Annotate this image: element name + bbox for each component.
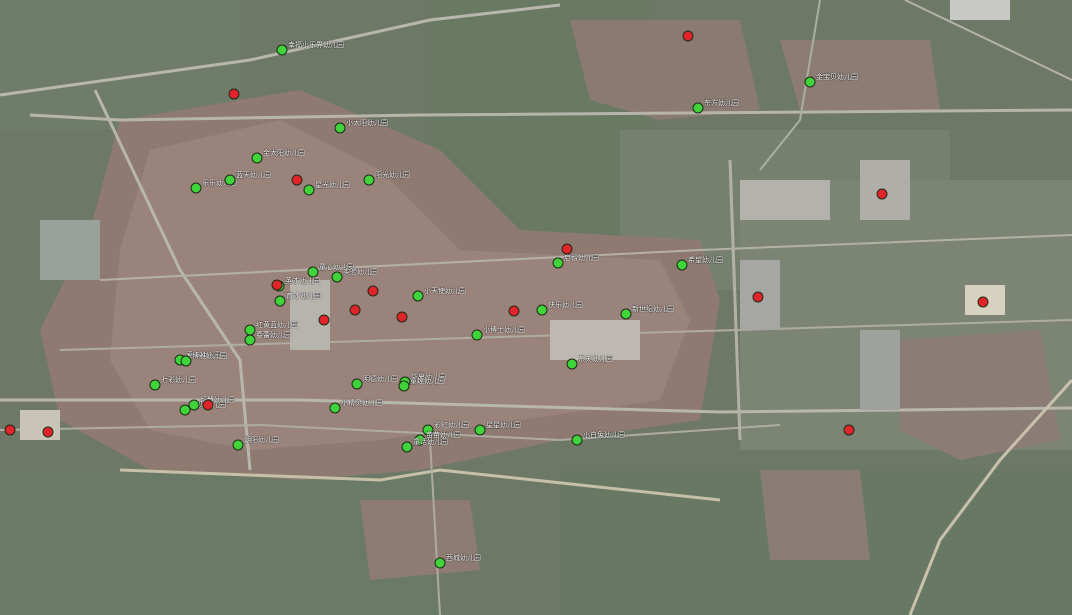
site-marker[interactable]: [4, 424, 16, 436]
school-label: 明德幼儿园: [363, 375, 398, 383]
school-label: 西城幼儿园: [446, 554, 481, 562]
site-marker[interactable]: [271, 279, 283, 291]
school-marker[interactable]: [536, 304, 548, 316]
site-marker[interactable]: [318, 314, 330, 326]
school-label: 金宝贝幼儿园: [816, 73, 858, 81]
site-marker[interactable]: [202, 399, 214, 411]
school-label: 朝阳幼儿园: [244, 436, 279, 444]
school-label: 金太阳幼儿园: [263, 149, 305, 157]
school-marker[interactable]: [571, 434, 583, 446]
school-marker[interactable]: [566, 358, 578, 370]
school-marker[interactable]: [692, 102, 704, 114]
school-marker[interactable]: [412, 290, 424, 302]
site-marker[interactable]: [561, 243, 573, 255]
school-marker[interactable]: [351, 378, 363, 390]
school-marker[interactable]: [244, 334, 256, 346]
school-marker[interactable]: [363, 174, 375, 186]
school-label: 东方幼儿园: [704, 99, 739, 107]
school-marker[interactable]: [434, 557, 446, 569]
school-marker[interactable]: [276, 44, 288, 56]
map-view[interactable]: 幸福小乐界幼儿园 东方幼儿园 金宝贝幼儿园 小太阳幼儿园 金太阳幼儿园 乐乐幼儿园 蓝天幼儿…: [0, 0, 1072, 615]
school-marker[interactable]: [620, 308, 632, 320]
school-label: 快乐幼儿园: [548, 301, 583, 309]
school-marker[interactable]: [180, 355, 192, 367]
site-marker[interactable]: [42, 426, 54, 438]
school-label: 小太阳幼儿园: [346, 119, 388, 127]
site-marker[interactable]: [349, 304, 361, 316]
school-label: 阳光幼儿园: [375, 171, 410, 179]
school-marker[interactable]: [224, 174, 236, 186]
site-marker[interactable]: [367, 285, 379, 297]
school-label: 蓝天幼儿园: [236, 171, 271, 179]
school-marker[interactable]: [307, 266, 319, 278]
site-marker[interactable]: [876, 188, 888, 200]
school-label: 春蕾幼儿园: [256, 331, 291, 339]
school-marker[interactable]: [188, 399, 200, 411]
school-marker[interactable]: [303, 184, 315, 196]
school-label: 东关幼儿园: [578, 355, 613, 363]
school-marker[interactable]: [401, 441, 413, 453]
school-label: 星光幼儿园: [315, 181, 350, 189]
school-marker[interactable]: [334, 122, 346, 134]
school-label: 启智幼儿园: [564, 254, 599, 262]
site-marker[interactable]: [843, 424, 855, 436]
school-label: 小白兔幼儿园: [583, 431, 625, 439]
school-marker[interactable]: [552, 257, 564, 269]
school-label: 小博士幼儿园: [483, 326, 525, 334]
school-label: 童话幼儿园: [413, 438, 448, 446]
school-label: 彩虹幼儿园: [434, 421, 469, 429]
school-label: 新世纪幼儿园: [632, 305, 674, 313]
school-marker[interactable]: [274, 295, 286, 307]
school-marker[interactable]: [251, 152, 263, 164]
site-marker[interactable]: [291, 174, 303, 186]
site-marker[interactable]: [977, 296, 989, 308]
school-label: 七彩幼儿园: [161, 376, 196, 384]
school-marker[interactable]: [149, 379, 161, 391]
school-label: 育才幼儿园: [286, 292, 321, 300]
school-label: 幸福小乐界幼儿园: [288, 41, 344, 49]
site-marker[interactable]: [752, 291, 764, 303]
school-marker[interactable]: [329, 402, 341, 414]
site-marker[interactable]: [508, 305, 520, 317]
school-label: 小精灵幼儿园: [341, 399, 383, 407]
site-marker[interactable]: [228, 88, 240, 100]
school-marker[interactable]: [398, 380, 410, 392]
school-label: 希望幼儿园: [688, 256, 723, 264]
school-label: 实验幼儿园: [343, 268, 378, 276]
site-marker[interactable]: [682, 30, 694, 42]
school-marker[interactable]: [474, 424, 486, 436]
school-marker[interactable]: [232, 439, 244, 451]
school-label: 红黄蓝幼儿园: [256, 321, 298, 329]
school-marker[interactable]: [331, 271, 343, 283]
school-label: 童趣幼儿园: [410, 377, 445, 385]
school-label: 星星幼儿园: [486, 421, 521, 429]
school-marker[interactable]: [471, 329, 483, 341]
school-label: 英才幼儿园: [285, 277, 320, 285]
school-marker[interactable]: [190, 182, 202, 194]
school-marker[interactable]: [804, 76, 816, 88]
school-marker[interactable]: [676, 259, 688, 271]
school-label: 小天使幼儿园: [424, 287, 466, 295]
school-label: 博雅幼儿园: [192, 352, 227, 360]
site-marker[interactable]: [396, 311, 408, 323]
